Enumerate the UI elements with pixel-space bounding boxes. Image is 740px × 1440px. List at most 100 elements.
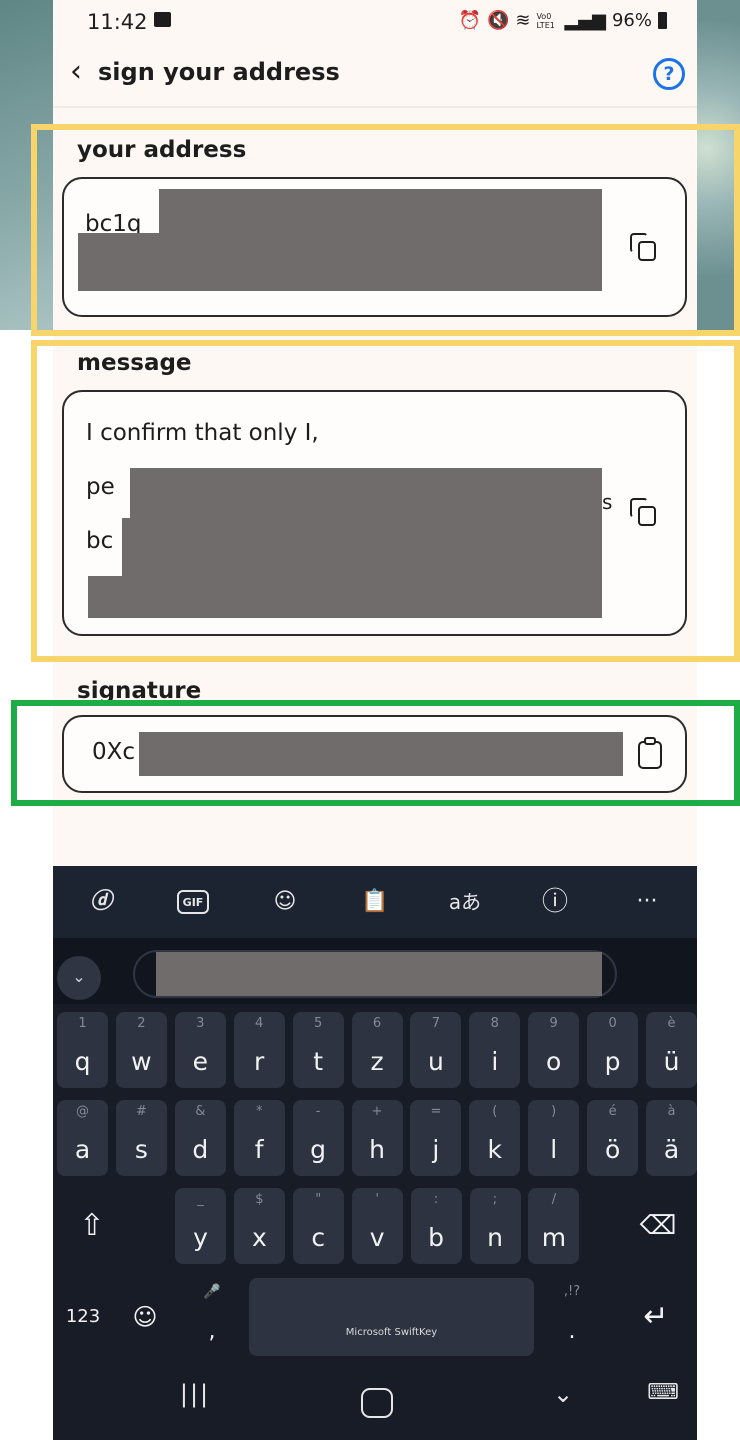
status-icons: ⏰ 🔇 ≋ Vo0 LTE1 ▂▄▆ 96% [459,10,667,31]
signature-highlight-box [11,700,740,806]
key-hint: 9 [549,1016,558,1031]
key-ä[interactable]: àä [646,1100,697,1176]
backspace-icon[interactable]: ⌫ [633,1188,683,1264]
info-button[interactable]: ⓘ [533,882,577,922]
status-time: 11:42 [87,10,148,34]
comma-key[interactable]: 🎤 , [187,1278,237,1356]
key-n[interactable]: ; n [469,1188,521,1264]
key-a[interactable]: @ a [57,1100,108,1176]
key-label: s [134,1135,148,1164]
key-w[interactable]: 2w [115,1012,167,1088]
clipboard-icon[interactable]: 📋 [353,882,397,922]
chevron-down-icon[interactable]: ⌄ [57,956,101,1000]
key-o[interactable]: 9o [528,1012,580,1088]
key-label: a [74,1135,91,1164]
key-label: ü [663,1047,680,1076]
key-hint: = [430,1104,442,1119]
key-label: ö [604,1135,621,1164]
key-hint: + [371,1104,383,1119]
key-x[interactable]: $ x [233,1188,285,1264]
help-icon[interactable]: ? [653,58,685,90]
key-label: d [192,1135,209,1164]
keyboard-toolbar: ⓓ GIF ☺ 📋 aあ ⓘ ··· [53,866,697,938]
key-label: g [310,1135,327,1164]
key-f[interactable]: * f [233,1100,285,1176]
page-title: sign your address [98,58,340,86]
key-hint: ( [492,1104,498,1119]
key-hint: & [195,1104,206,1119]
key-label: q [74,1047,91,1076]
period-hint: ,!? [563,1284,581,1299]
key-hint: " [315,1192,322,1207]
key-e[interactable]: 3e [174,1012,226,1088]
gif-button[interactable]: GIF [177,890,209,914]
translate-button[interactable]: aあ [443,882,487,922]
key-hint: è [667,1016,676,1031]
key-hint: * [255,1104,263,1119]
key-hint: : [433,1192,439,1207]
enter-icon[interactable]: ↵ [629,1278,683,1356]
key-q[interactable]: 1q [57,1012,108,1088]
key-j[interactable]: = j [410,1100,462,1176]
key-r[interactable]: 4r [233,1012,285,1088]
key-p[interactable]: 0p [587,1012,639,1088]
key-u[interactable]: 7u [410,1012,462,1088]
key-label: z [370,1047,384,1076]
alarm-icon: ⏰ [458,10,481,31]
key-label: e [192,1047,208,1076]
key-l[interactable]: ) l [528,1100,580,1176]
key-c[interactable]: " c [292,1188,344,1264]
key-m[interactable]: / m [528,1188,580,1264]
keyboard: ⓓ GIF ☺ 📋 aあ ⓘ ··· ⌄ 1q2w3e4r5t6z7u8i9o0… [53,866,697,1440]
period-label: . [568,1319,576,1344]
space-key[interactable]: Microsoft SwiftKey [249,1278,534,1356]
key-label: ä [663,1135,680,1164]
key-hint: 6 [372,1016,382,1031]
key-v[interactable]: ' v [351,1188,403,1264]
numbers-key[interactable]: 123 [61,1278,105,1356]
key-label: u [427,1047,444,1076]
message-highlight-box [31,340,740,662]
key-label: r [254,1047,265,1076]
key-g[interactable]: -g [292,1100,344,1176]
key-z[interactable]: 6z [351,1012,403,1088]
period-key[interactable]: ,!? . [547,1278,597,1356]
key-y[interactable]: _ y [175,1188,226,1264]
comma-label: , [208,1319,216,1344]
key-hint: é [608,1104,617,1119]
key-hint: # [135,1104,147,1119]
recent-apps-icon[interactable]: ||| [175,1380,215,1408]
chevron-left-icon[interactable]: ‹ [61,56,91,90]
key-label: p [604,1047,621,1076]
home-icon[interactable] [361,1388,393,1418]
key-hint: _ [197,1192,204,1207]
sticker-icon[interactable]: ☺ [263,882,307,922]
key-label: i [491,1047,499,1076]
key-hint: - [315,1104,321,1119]
more-button[interactable]: ··· [625,882,669,922]
key-k[interactable]: (k [469,1100,521,1176]
key-label: c [311,1223,326,1252]
key-hint: 1 [78,1016,87,1031]
key-label: t [313,1047,323,1076]
key-ü[interactable]: èü [646,1012,697,1088]
emoji-icon[interactable]: ☺ [123,1278,167,1356]
key-h[interactable]: + h [351,1100,403,1176]
key-i[interactable]: 8i [469,1012,521,1088]
system-nav-bar: ||| ⌄ ⌨ [53,1366,697,1440]
signal-icon: ▂▄▆ [564,10,606,31]
key-ö[interactable]: éö [587,1100,639,1176]
key-hint: à [667,1104,676,1119]
keyboard-switch-icon[interactable]: ⌨ [643,1380,683,1405]
shift-icon[interactable]: ⇧ [67,1188,117,1264]
key-d[interactable]: & d [174,1100,226,1176]
key-label: w [131,1047,152,1076]
key-label: x [251,1223,267,1252]
key-label: h [369,1135,385,1164]
key-s[interactable]: # s [115,1100,167,1176]
hide-keyboard-icon[interactable]: ⌄ [543,1380,583,1408]
key-b[interactable]: :b [410,1188,462,1264]
copilot-icon[interactable]: ⓓ [79,882,123,922]
key-t[interactable]: 5t [292,1012,344,1088]
key-hint: 2 [137,1016,146,1031]
